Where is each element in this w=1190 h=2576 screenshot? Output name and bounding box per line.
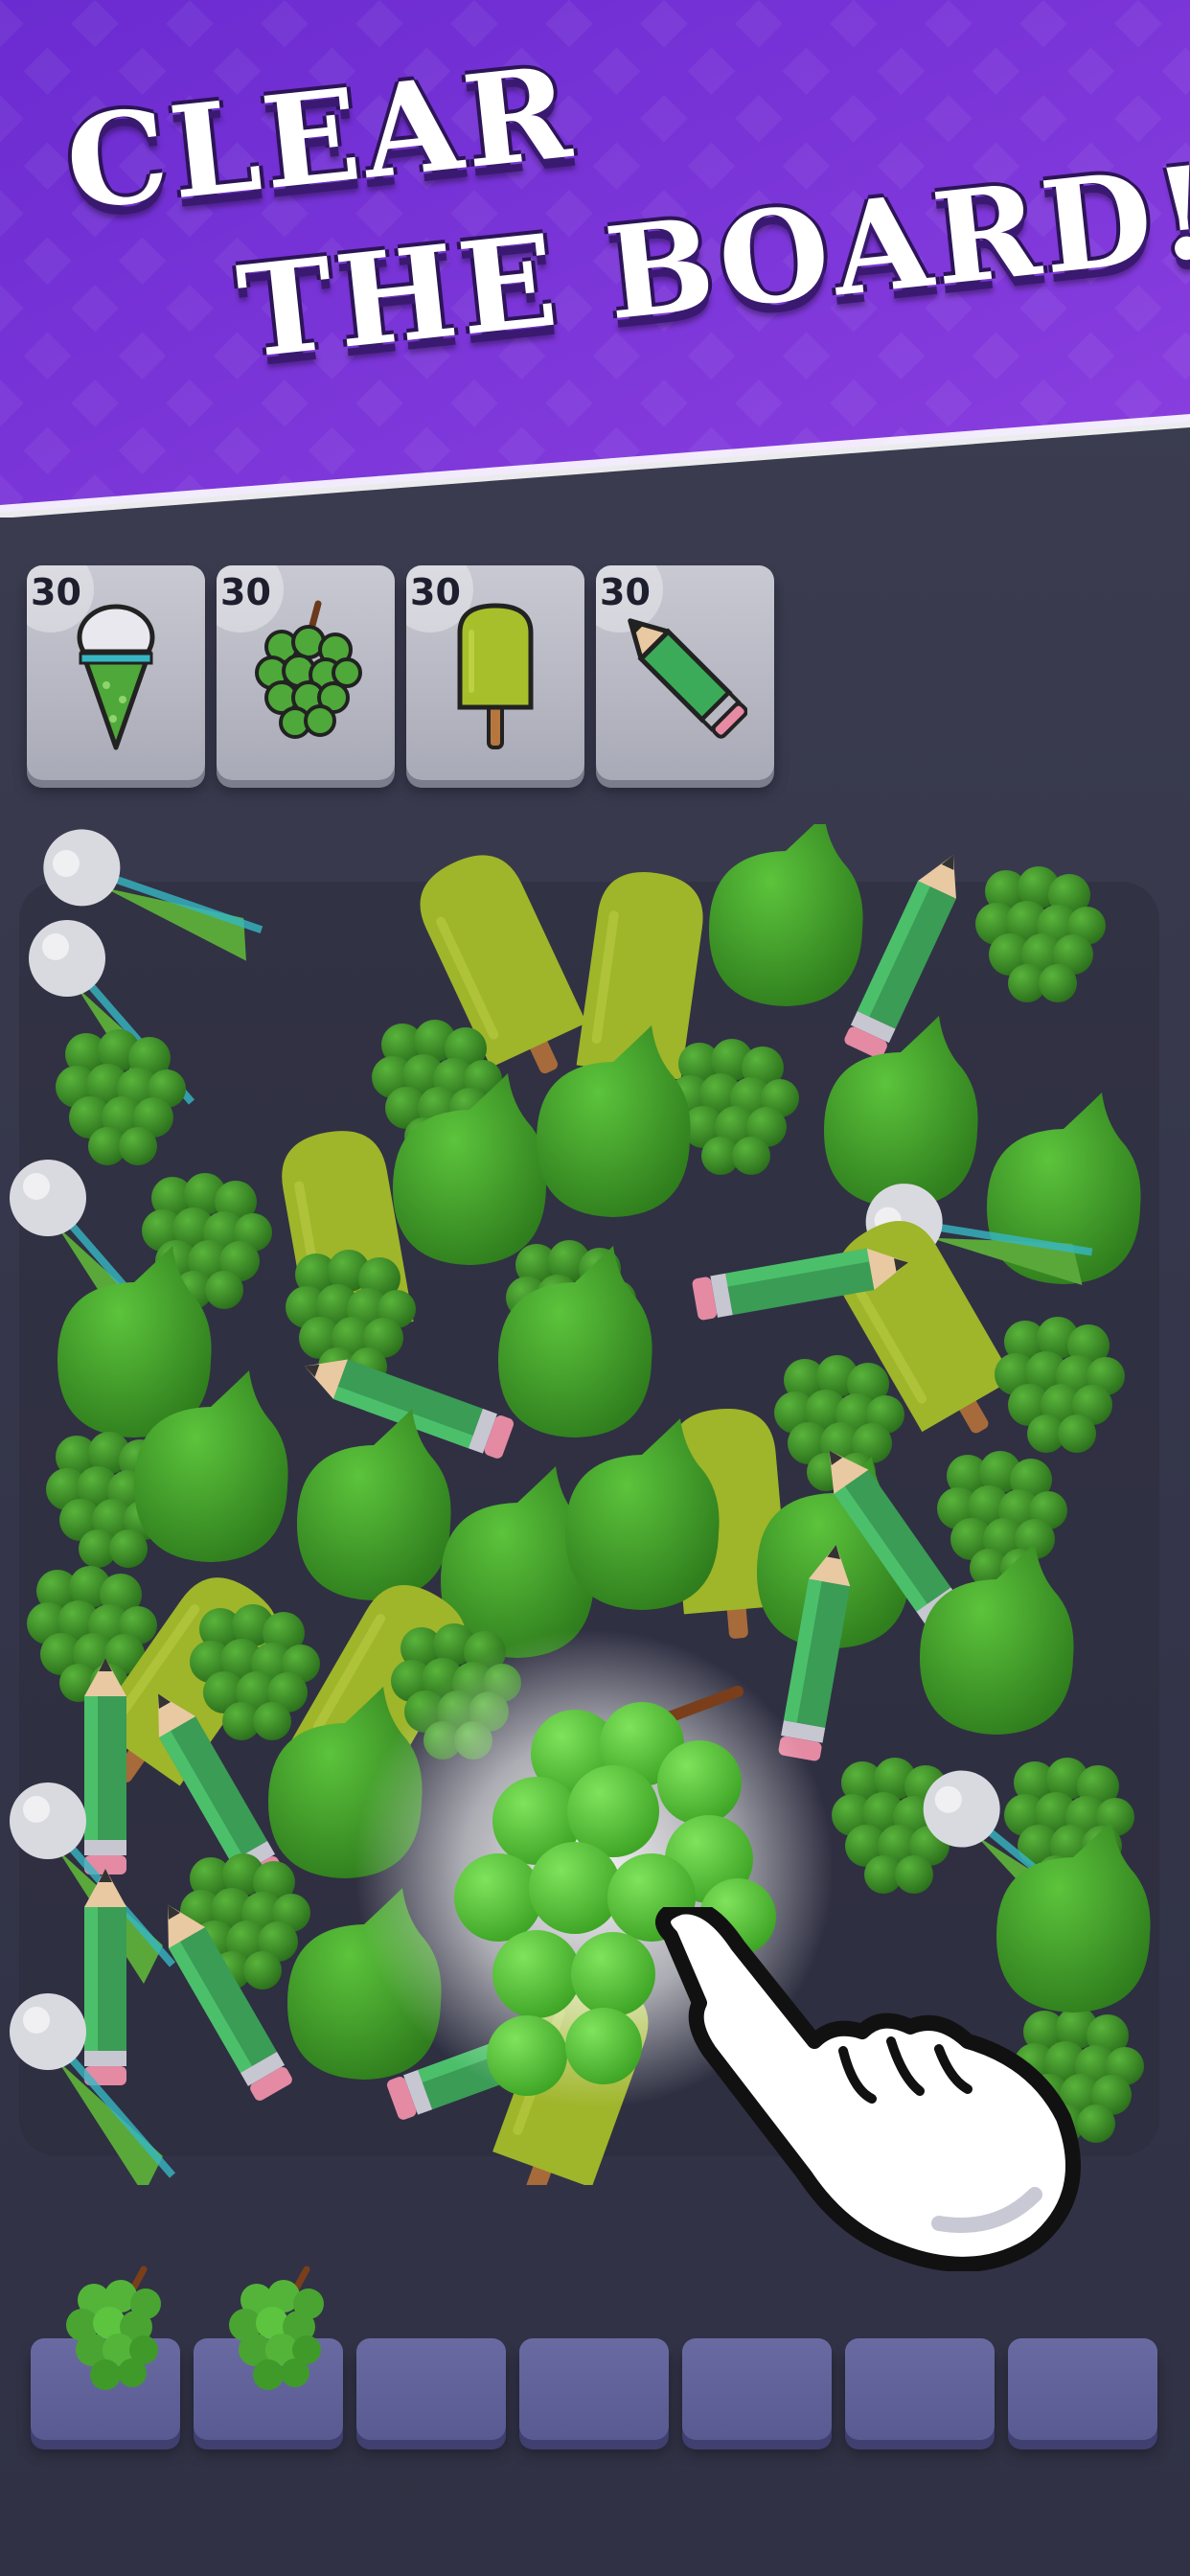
grapes-icon [66,2266,161,2390]
ice-cream-cone-icon [77,604,155,750]
tutorial-pointer-hand [652,1898,1102,2275]
goal-cards: 30 30 30 30 [27,565,784,786]
goal-card-grapes: 30 [217,565,395,780]
goal-card-ice-cream: 30 [27,565,205,780]
collection-tray [27,2266,1167,2453]
pile-item [84,1869,126,2085]
goal-card-pencil: 30 [596,565,774,780]
tray-slot-4 [519,2338,669,2440]
pile-item [709,824,863,1006]
popsicle-icon [457,603,534,749]
grapes-icon [255,600,362,739]
pencil-icon [628,618,747,739]
title-banner: CLEAR THE BOARD! [0,0,1190,518]
pile-item [84,1658,126,1874]
game-screen: CLEAR THE BOARD! 30 30 30 30 [0,0,1190,2576]
grapes-icon [229,2266,324,2390]
pointing-hand-icon [655,1898,1081,2272]
tray-slot-6 [845,2338,995,2440]
tray-slot-3 [356,2338,506,2440]
goal-card-popsicle: 30 [406,565,584,780]
tray-slot-7 [1008,2338,1157,2440]
tray-slot-5 [682,2338,832,2440]
